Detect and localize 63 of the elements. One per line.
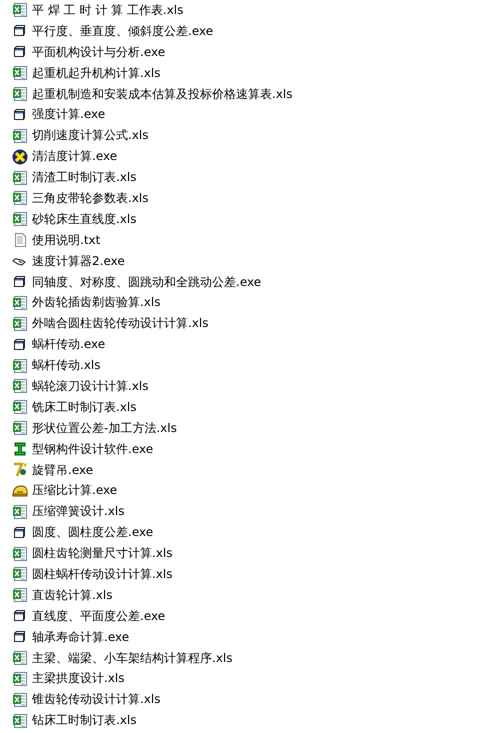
file-name[interactable]: 清渣工时制订表.xls: [32, 169, 137, 186]
spreadsheet-icon: [12, 358, 28, 374]
spreadsheet-icon: [12, 190, 28, 206]
file-name[interactable]: 蜗轮滚刀设计计算.xls: [32, 378, 149, 395]
file-name[interactable]: 形状位置公差-加工方法.xls: [32, 420, 177, 437]
spreadsheet-icon: [12, 294, 28, 311]
file-name[interactable]: 使用说明.txt: [32, 232, 100, 249]
file-name[interactable]: 速度计算器2.exe: [32, 252, 125, 270]
file-name[interactable]: 清洁度计算.exe: [32, 148, 118, 166]
file-name[interactable]: 型钢构件设计软件.exe: [32, 440, 154, 458]
file-name[interactable]: 直线度、平面度公差.exe: [32, 608, 166, 625]
spreadsheet-icon: [12, 128, 28, 144]
spreadsheet-icon: [12, 650, 28, 666]
file-name[interactable]: 主梁、端梁、小车架结构计算程序.xls: [32, 650, 233, 667]
spreadsheet-icon: [12, 211, 28, 228]
file-name[interactable]: 外齿轮插齿剃齿验算.xls: [32, 294, 161, 312]
file-name[interactable]: 圆度、圆柱度公差.exe: [32, 524, 154, 542]
file-name[interactable]: 圆柱蜗杆传动设计计算.xls: [32, 566, 173, 583]
helmet-icon: [12, 482, 28, 499]
spreadsheet-icon: [12, 587, 28, 604]
file-name[interactable]: 平行度、垂直度、倾斜度公差.exe: [32, 22, 214, 40]
file-name[interactable]: 压缩比计算.exe: [32, 482, 118, 500]
file-name[interactable]: 三角皮带轮参数表.xls: [32, 190, 149, 207]
window-icon: [12, 524, 28, 541]
window-icon: [12, 106, 28, 123]
spreadsheet-icon: [12, 170, 28, 186]
file-name[interactable]: 切削速度计算公式.xls: [32, 127, 149, 144]
spreadsheet-icon: [12, 65, 28, 82]
file-name[interactable]: 外啮合圆柱齿轮传动设计计算.xls: [32, 315, 209, 332]
file-name[interactable]: 砂轮床生直线度.xls: [32, 210, 137, 228]
file-name[interactable]: 压缩弹簧设计.xls: [32, 503, 125, 520]
file-name[interactable]: 圆柱齿轮测量尺寸计算.xls: [32, 545, 173, 562]
cross-badge-icon: [12, 148, 28, 165]
spreadsheet-icon: [12, 712, 28, 729]
file-name[interactable]: 铣床工时制订表.xls: [32, 398, 137, 416]
spreadsheet-icon: [12, 420, 28, 436]
spreadsheet-icon: [12, 546, 28, 562]
spreadsheet-icon: [12, 566, 28, 582]
file-name[interactable]: 主梁拱度设计.xls: [32, 670, 125, 688]
file-name[interactable]: 旋臂吊.exe: [32, 462, 94, 479]
file-name[interactable]: 同轴度、对称度、圆跳动和全跳动公差.exe: [32, 274, 262, 291]
text-file-icon: [12, 232, 28, 248]
spreadsheet-icon: [12, 692, 28, 708]
file-name[interactable]: 强度计算.exe: [32, 106, 106, 124]
spreadsheet-icon: [12, 2, 28, 18]
file-name[interactable]: 平面机构设计与分析.exe: [32, 44, 166, 61]
window-icon: [12, 336, 28, 353]
spreadsheet-icon: [12, 86, 28, 102]
file-name[interactable]: 锥齿轮传动设计计算.xls: [32, 691, 161, 708]
file-name[interactable]: 蜗杆传动.xls: [32, 357, 101, 374]
spreadsheet-icon: [12, 670, 28, 687]
i-beam-icon: [12, 441, 28, 458]
file-name[interactable]: 直齿轮计算.xls: [32, 586, 113, 604]
spreadsheet-icon: [12, 504, 28, 520]
spreadsheet-icon: [12, 378, 28, 394]
file-name[interactable]: 蜗杆传动.exe: [32, 336, 106, 354]
file-name[interactable]: 起重机制造和安装成本估算及投标价格速算表.xls: [32, 86, 293, 102]
spreadsheet-icon: [12, 399, 28, 416]
file-name[interactable]: 平 焊 工 时 计 算 工作表.xls: [32, 2, 184, 19]
file-name[interactable]: 轴承寿命计算.exe: [32, 628, 130, 646]
spreadsheet-icon: [12, 316, 28, 332]
file-name[interactable]: 钻床工时制订表.xls: [32, 712, 137, 730]
file-name[interactable]: 起重机起升机构计算.xls: [32, 64, 161, 82]
